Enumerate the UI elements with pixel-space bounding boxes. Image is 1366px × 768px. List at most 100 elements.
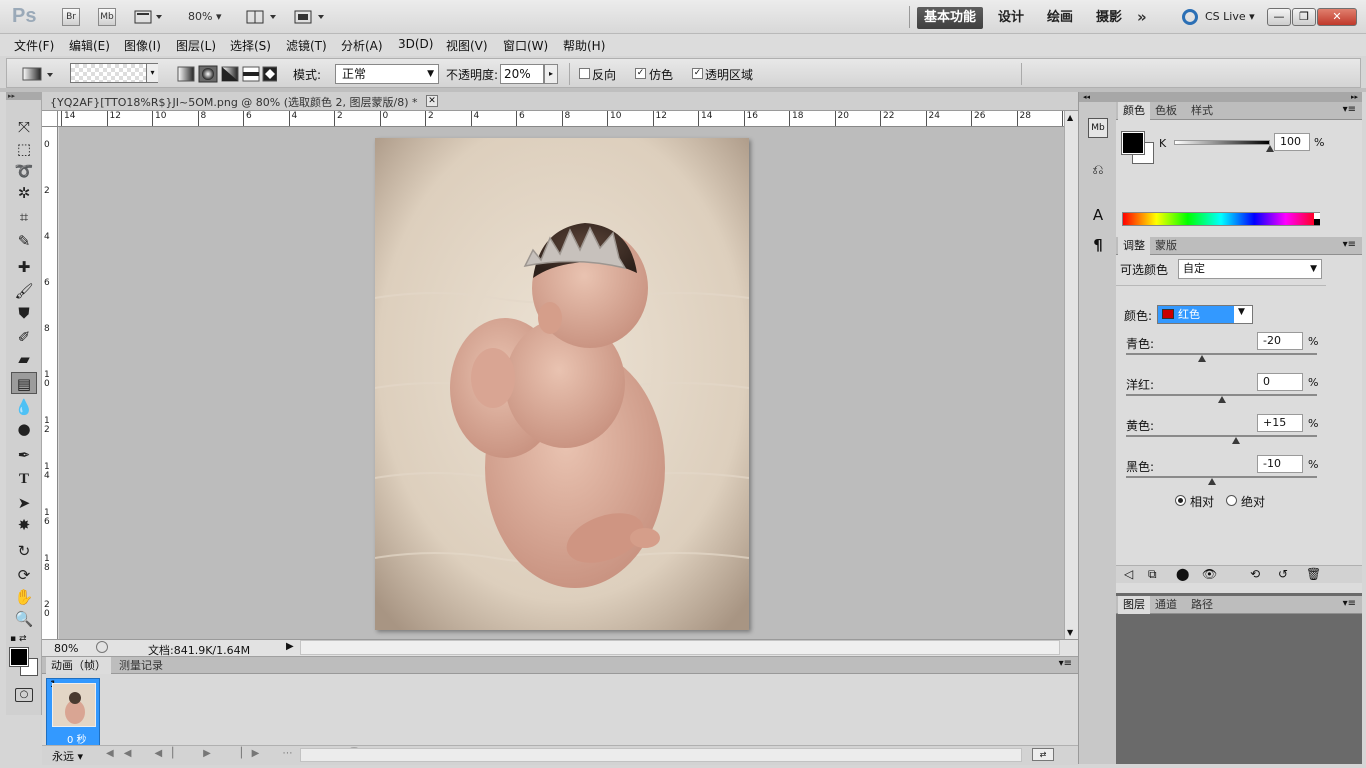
close-button[interactable]: ✕ xyxy=(1317,8,1357,26)
clone-stamp-tool-icon[interactable]: ⛊ xyxy=(11,302,37,324)
minimize-button[interactable]: — xyxy=(1267,8,1291,26)
scroll-up-arrow[interactable]: ▲ xyxy=(1067,113,1073,122)
brush-tool-icon[interactable]: 🖌 xyxy=(11,280,37,302)
dither-checkbox[interactable]: ✓ xyxy=(635,68,646,79)
panel-menu-icon[interactable]: ▾≡ xyxy=(1343,239,1356,250)
transparency-checkbox[interactable]: ✓ xyxy=(692,68,703,79)
panels-collapse-icon[interactable]: ▸▸ xyxy=(1116,92,1362,102)
tab-swatches[interactable]: 色板 xyxy=(1150,102,1182,120)
move-tool-icon[interactable]: ⤧ xyxy=(11,116,37,138)
history-brush-tool-icon[interactable]: ✐ xyxy=(11,326,37,348)
hand-tool-icon[interactable]: ✋ xyxy=(11,586,37,608)
tab-layers[interactable]: 图层 xyxy=(1118,596,1150,614)
magenta-slider-thumb[interactable] xyxy=(1217,396,1226,403)
quick-selection-tool-icon[interactable]: ✲ xyxy=(11,182,37,204)
menu-layer[interactable]: 图层(L) xyxy=(176,37,216,54)
lasso-tool-icon[interactable]: ➰ xyxy=(11,160,37,182)
swap-colors-icon[interactable]: ▪ ⇄ xyxy=(10,634,27,644)
expand-view-icon[interactable]: ⧉ xyxy=(1148,567,1157,582)
black-value-input[interactable]: -10 xyxy=(1257,455,1303,473)
minibridge-button[interactable]: Mb xyxy=(98,8,116,26)
shape-tool-icon[interactable]: ✸ xyxy=(11,514,37,536)
crop-tool-icon[interactable]: ⌗ xyxy=(11,206,37,228)
menu-file[interactable]: 文件(F) xyxy=(14,37,54,54)
status-menu-arrow[interactable]: ▶ xyxy=(286,641,294,652)
tab-channels[interactable]: 通道 xyxy=(1150,596,1182,614)
relative-radio[interactable] xyxy=(1175,495,1186,506)
vertical-scrollbar[interactable]: ▲ ▼ xyxy=(1064,111,1078,639)
marquee-tool-icon[interactable]: ⬚ xyxy=(11,138,37,160)
reverse-checkbox[interactable] xyxy=(579,68,590,79)
cyan-slider-track[interactable] xyxy=(1126,353,1317,355)
3d-rotate-tool-icon[interactable]: ↻ xyxy=(11,540,37,562)
panel-menu-icon[interactable]: ▾≡ xyxy=(1059,658,1072,669)
history-panel-icon[interactable]: ⎌ xyxy=(1088,162,1108,182)
gradient-picker[interactable] xyxy=(70,63,158,83)
yellow-value-input[interactable]: +15 xyxy=(1257,414,1303,432)
animation-frame-1[interactable]: 1 0 秒 xyxy=(46,678,100,746)
path-selection-tool-icon[interactable]: ➤ xyxy=(11,492,37,514)
menu-edit[interactable]: 编辑(E) xyxy=(69,37,110,54)
photo-newborn-baby[interactable] xyxy=(375,138,749,630)
menu-filter[interactable]: 滤镜(T) xyxy=(286,37,327,54)
frame-delay[interactable]: 0 秒 xyxy=(67,731,87,746)
k-slider-track[interactable] xyxy=(1174,140,1270,145)
workspace-design[interactable]: 设计 xyxy=(991,7,1031,29)
menu-window[interactable]: 窗口(W) xyxy=(503,37,548,54)
absolute-radio[interactable] xyxy=(1226,495,1237,506)
close-document-icon[interactable]: ✕ xyxy=(426,95,438,107)
maximize-button[interactable]: ❐ xyxy=(1292,8,1316,26)
mode-select[interactable]: 正常 ▼ xyxy=(335,64,439,84)
menu-image[interactable]: 图像(I) xyxy=(124,37,161,54)
eyedropper-tool-icon[interactable]: ✎ xyxy=(11,230,37,252)
trash-icon[interactable]: 🗑 xyxy=(1306,567,1321,581)
canvas-area[interactable] xyxy=(59,127,1064,639)
tab-measurement-log[interactable]: 测量记录 xyxy=(114,657,168,674)
eraser-tool-icon[interactable]: ▰ xyxy=(11,348,37,370)
yellow-slider-thumb[interactable] xyxy=(1231,437,1240,444)
foreground-color-swatch[interactable] xyxy=(9,647,29,667)
document-tab-title[interactable]: {YQ2AF}[TTO18%R$}JI~5OM.png @ 80% (选取颜色 … xyxy=(50,94,418,110)
black-slider-track[interactable] xyxy=(1126,476,1317,478)
toolbox-header[interactable]: ▸▸ xyxy=(6,92,42,100)
minibridge-panel-icon[interactable]: Mb xyxy=(1088,118,1108,138)
dock-collapse-icon[interactable]: ◂◂ xyxy=(1079,92,1117,102)
ruler-origin[interactable] xyxy=(42,111,58,127)
reset-icon[interactable]: ↺ xyxy=(1278,567,1288,581)
tab-animation[interactable]: 动画（帧） xyxy=(46,657,111,674)
cyan-slider-thumb[interactable] xyxy=(1198,355,1207,362)
tab-masks[interactable]: 蒙版 xyxy=(1150,237,1182,255)
black-slider-thumb[interactable] xyxy=(1207,478,1216,485)
visibility-eye-icon[interactable]: 👁 xyxy=(1202,567,1217,581)
quick-mask-icon[interactable]: ○ xyxy=(15,688,33,702)
zoom-level-dropdown[interactable]: 80% ▾ xyxy=(188,10,221,23)
pen-tool-icon[interactable]: ✒ xyxy=(11,444,37,466)
cyan-value-input[interactable]: -20 xyxy=(1257,332,1303,350)
opacity-slider-toggle[interactable]: ▸ xyxy=(544,64,558,84)
black-swatch[interactable] xyxy=(1314,219,1320,225)
menu-help[interactable]: 帮助(H) xyxy=(563,37,605,54)
status-options-icon[interactable] xyxy=(96,641,108,653)
scroll-down-arrow[interactable]: ▼ xyxy=(1067,628,1073,637)
menu-view[interactable]: 视图(V) xyxy=(446,37,488,54)
opacity-input[interactable]: 20% xyxy=(500,64,544,84)
tool-preset-picker[interactable] xyxy=(21,65,57,83)
k-slider-thumb[interactable] xyxy=(1266,145,1274,152)
color-spectrum-bar[interactable] xyxy=(1122,212,1320,226)
magenta-value-input[interactable]: 0 xyxy=(1257,373,1303,391)
gradient-picker-arrow[interactable]: ▾ xyxy=(146,64,158,82)
preset-select[interactable]: 自定 ▼ xyxy=(1178,259,1322,279)
ruler-vertical[interactable]: 0 2 4 6 8 1 0 1 2 1 4 1 6 1 8 2 0 xyxy=(42,127,58,639)
convert-to-timeline-icon[interactable]: ⇄ xyxy=(1032,748,1054,761)
blur-tool-icon[interactable]: 💧 xyxy=(11,396,37,418)
workspace-essentials[interactable]: 基本功能 xyxy=(917,7,983,29)
back-arrow-icon[interactable]: ◁ xyxy=(1124,567,1133,581)
tab-paths[interactable]: 路径 xyxy=(1186,596,1218,614)
healing-brush-tool-icon[interactable]: ✚ xyxy=(11,256,37,278)
screen-mode-dropdown[interactable] xyxy=(294,9,328,25)
k-value-input[interactable]: 100 xyxy=(1274,133,1310,151)
bridge-button[interactable]: Br xyxy=(62,8,80,26)
color-panel-foreground-swatch[interactable] xyxy=(1121,131,1145,155)
menu-analysis[interactable]: 分析(A) xyxy=(341,37,383,54)
panel-menu-icon[interactable]: ▾≡ xyxy=(1343,104,1356,115)
